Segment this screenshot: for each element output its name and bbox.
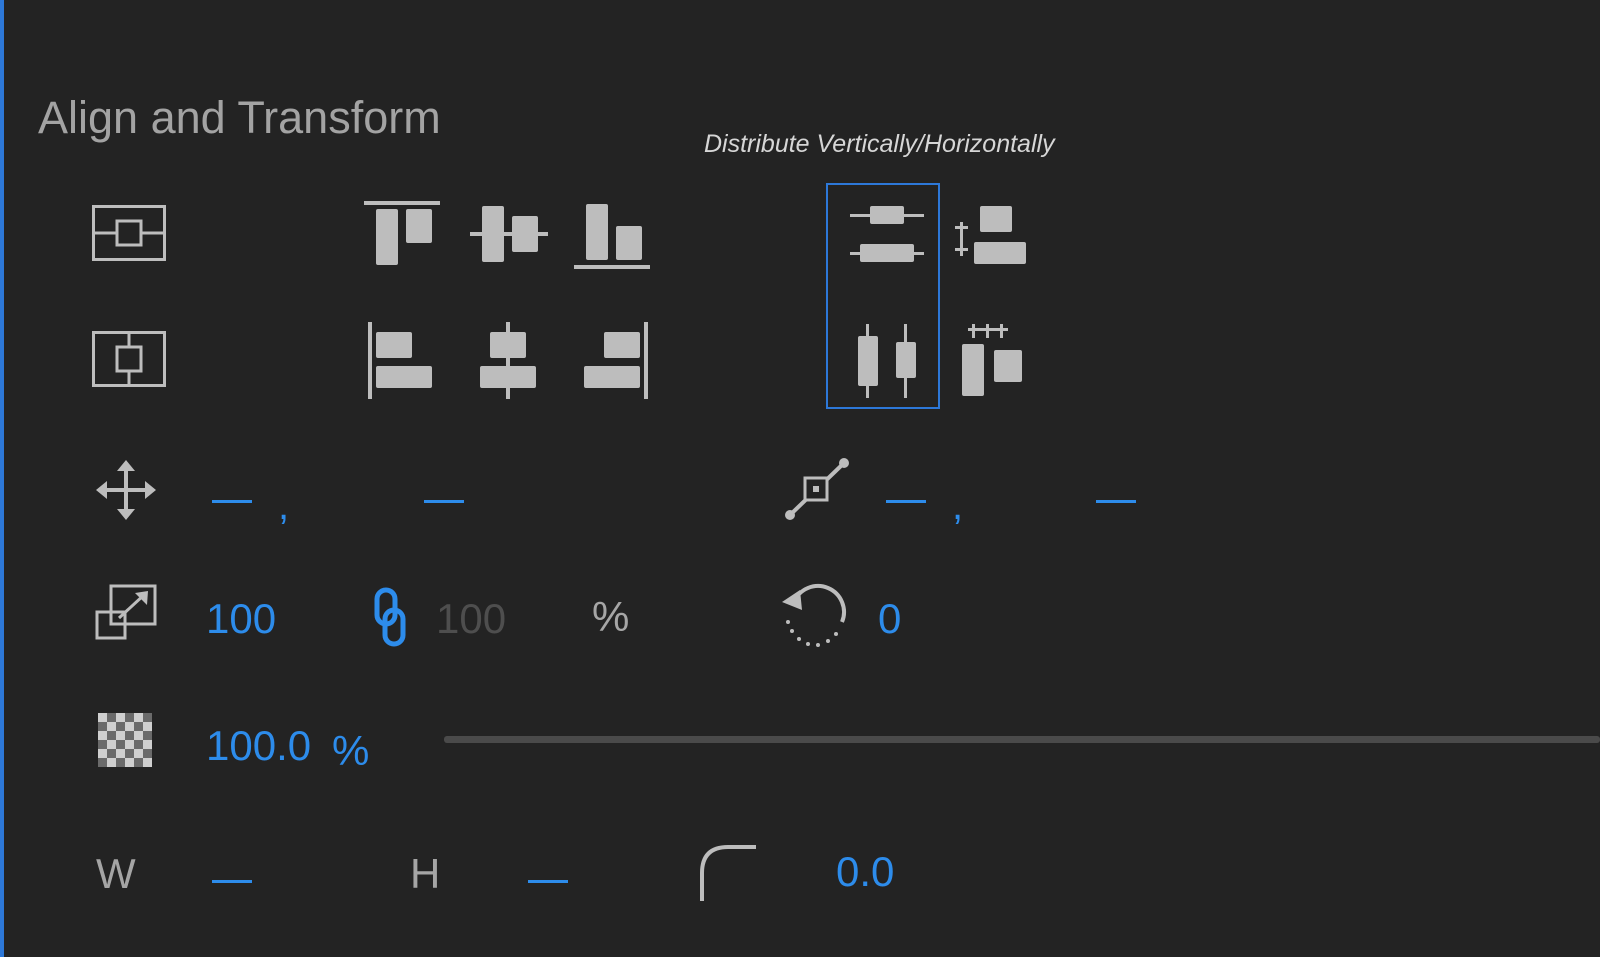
- tooltip-distribute: Distribute Vertically/Horizontally: [704, 130, 1055, 158]
- position-x-input[interactable]: [212, 500, 252, 503]
- align-left-icon[interactable]: [366, 322, 436, 400]
- width-label: W: [96, 850, 136, 897]
- corner-radius-icon: [698, 843, 760, 903]
- anchor-point-icon: [782, 455, 852, 523]
- anchor-x-input[interactable]: [886, 500, 926, 503]
- opacity-checker-icon: [98, 713, 152, 767]
- height-input[interactable]: [528, 880, 568, 883]
- rotation-icon: [780, 578, 854, 652]
- distribute-horizontal-spacing-icon[interactable]: [960, 322, 1026, 398]
- opacity-slider[interactable]: [444, 736, 1600, 743]
- position-y-input[interactable]: [424, 500, 464, 503]
- panel-title: Align and Transform: [38, 92, 441, 143]
- move-icon: [96, 460, 156, 520]
- distribute-vertical-icon[interactable]: [848, 204, 926, 266]
- width-input[interactable]: [212, 880, 252, 883]
- frame-center-horizontal-icon[interactable]: [92, 205, 166, 261]
- scale-height-value: 100: [436, 595, 507, 642]
- align-right-icon[interactable]: [580, 322, 650, 400]
- align-bottom-icon[interactable]: [574, 204, 652, 272]
- anchor-separator: ,: [952, 484, 964, 528]
- opacity-unit: %: [332, 727, 370, 774]
- rotation-value[interactable]: 0: [878, 595, 901, 643]
- panel-accent-edge: [0, 0, 4, 957]
- corner-radius-value[interactable]: 0.0: [836, 848, 894, 896]
- scale-icon: [95, 584, 159, 642]
- height-label: H: [410, 850, 441, 897]
- distribute-vertical-spacing-icon[interactable]: [952, 204, 1028, 266]
- scale-unit: %: [592, 593, 630, 640]
- opacity-value[interactable]: 100.0: [206, 722, 311, 770]
- link-icon[interactable]: [374, 587, 406, 647]
- distribute-horizontal-icon[interactable]: [856, 322, 920, 400]
- frame-center-vertical-icon[interactable]: [92, 331, 166, 387]
- scale-width-value[interactable]: 100: [206, 595, 276, 643]
- align-top-icon[interactable]: [364, 199, 442, 267]
- position-separator: ,: [278, 484, 290, 528]
- anchor-y-input[interactable]: [1096, 500, 1136, 503]
- align-horizontal-center-icon[interactable]: [478, 322, 538, 400]
- align-vertical-center-icon[interactable]: [470, 204, 550, 264]
